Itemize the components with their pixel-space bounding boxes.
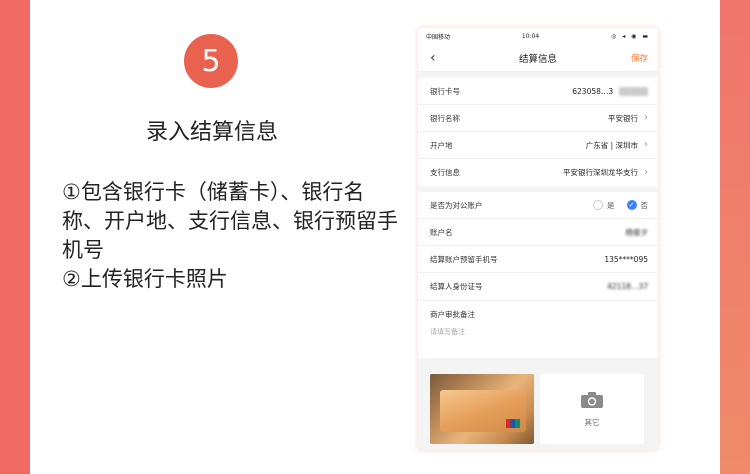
status-bar: 中国移动 10:04 ◎ ◂ ◉ ▬: [418, 28, 658, 44]
check-icon: ✓: [626, 200, 637, 210]
row-open-location[interactable]: 开户地 广东省 | 深圳市 ›: [418, 132, 658, 159]
radio-yes[interactable]: 是: [593, 200, 615, 211]
memo-field[interactable]: 商户审批备注 请填写备注: [418, 300, 658, 358]
row-card-number[interactable]: 银行卡号 623058…3 ▒▒▒▒▒: [418, 78, 658, 105]
camera-icon: [581, 391, 603, 408]
row-bank-name[interactable]: 银行名称 平安银行 ›: [418, 105, 658, 132]
description-line-1: ①包含银行卡（储蓄卡）、银行名称、开户地、支行信息、银行预留手机号: [62, 180, 398, 262]
row-id-number[interactable]: 结算人身份证号 42118…37: [418, 273, 658, 300]
reserved-phone-value: 135****095: [604, 254, 648, 264]
bank-card-photo[interactable]: [430, 374, 534, 444]
other-photo-upload[interactable]: 其它: [540, 374, 644, 444]
row-branch-info[interactable]: 支行信息 平安银行深圳龙华支行 ›: [418, 159, 658, 186]
right-accent-bar: [720, 0, 750, 474]
phone-screenshot: 中国移动 10:04 ◎ ◂ ◉ ▬ ‹ 结算信息 保存 银行卡号 623058…: [418, 28, 658, 450]
id-number-value: 42118…37: [607, 282, 648, 291]
step-description: ①包含银行卡（储蓄卡）、银行名称、开户地、支行信息、银行预留手机号 ②上传银行卡…: [62, 178, 402, 294]
chevron-right-icon: ›: [644, 166, 648, 178]
bank-name-value: 平安银行: [608, 113, 638, 123]
other-label: 其它: [584, 417, 600, 427]
photo-upload-area: 其它: [430, 374, 644, 450]
blurred-digits: ▒▒▒▒▒: [619, 86, 648, 96]
row-account-name[interactable]: 账户名 杨俊夕: [418, 219, 658, 246]
row-reserved-phone[interactable]: 结算账户预留手机号 135****095: [418, 246, 658, 273]
memo-placeholder: 请填写备注: [430, 328, 465, 336]
account-info-group: 是否为对公账户 是 ✓ 否 账户名 杨俊夕 结算账户预留手机号 135****09…: [418, 192, 658, 300]
chevron-right-icon: ›: [644, 112, 648, 123]
row-public-account: 是否为对公账户 是 ✓ 否: [418, 192, 658, 219]
radio-no[interactable]: ✓ 否: [626, 200, 649, 211]
card-number-value: 623058…3: [572, 86, 614, 96]
row-label: 结算人身份证号: [430, 282, 483, 291]
status-icons: ◎ ◂ ◉ ▬: [611, 32, 650, 40]
branch-value: 平安银行深圳龙华支行: [563, 168, 638, 177]
account-name-value: 杨俊夕: [625, 227, 649, 237]
carrier-label: 中国移动: [426, 33, 451, 41]
bank-info-group: 银行卡号 623058…3 ▒▒▒▒▒ 银行名称 平安银行 › 开户地 广东省 | …: [418, 78, 658, 186]
radio-empty-icon: [593, 200, 603, 210]
back-icon[interactable]: ‹: [430, 51, 436, 65]
page-title: 结算信息: [518, 53, 557, 65]
save-button[interactable]: 保存: [631, 52, 648, 64]
radio-yes-label: 是: [607, 200, 615, 210]
step-number-badge: 5: [184, 34, 238, 88]
location-value: 广东省 | 深圳市: [585, 140, 638, 150]
clock: 10:04: [521, 32, 540, 40]
row-label: 账户名: [430, 227, 453, 237]
row-label: 是否为对公账户: [430, 200, 483, 210]
row-label: 银行名称: [430, 113, 460, 123]
left-accent-bar: [0, 0, 30, 474]
row-label: 开户地: [430, 140, 453, 150]
row-label: 结算账户预留手机号: [430, 254, 498, 264]
step-title: 录入结算信息: [145, 120, 278, 145]
chevron-right-icon: ›: [644, 139, 648, 150]
radio-no-label: 否: [640, 200, 649, 210]
row-label: 银行卡号: [430, 86, 460, 96]
memo-label: 商户审批备注: [430, 310, 475, 319]
row-label: 支行信息: [430, 168, 460, 177]
nav-bar: ‹ 结算信息 保存: [418, 44, 658, 72]
description-line-2: ②上传银行卡照片: [62, 267, 228, 291]
unionpay-logo-icon: [506, 419, 520, 428]
